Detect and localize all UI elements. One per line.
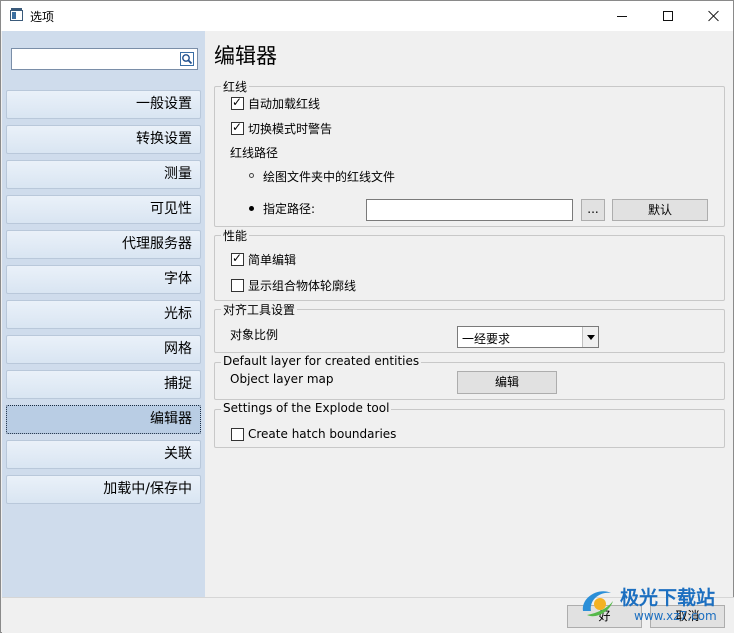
simple-edit-label: 简单编辑 bbox=[248, 253, 297, 267]
search-icon[interactable] bbox=[180, 52, 194, 66]
object-scale-value: 一经要求 bbox=[462, 332, 511, 346]
snap-tool-group: 对齐工具设置 对象比例 一经要求 bbox=[214, 301, 725, 353]
path-input[interactable] bbox=[366, 199, 573, 221]
folder-redline-radio[interactable] bbox=[246, 170, 258, 182]
sidebar: 一般设置 转换设置 测量 可见性 代理服务器 字体 光标 网格 捕捉 编辑器 关… bbox=[2, 31, 205, 597]
performance-group-label: 性能 bbox=[221, 227, 250, 244]
performance-group: 性能 简单编辑 显示组合物体轮廓线 bbox=[214, 227, 725, 301]
search-input[interactable] bbox=[11, 48, 198, 70]
redline-group: 红线 自动加载红线 切换模式时警告 红线路径 绘图文件夹中的红线文件 指定路径:… bbox=[214, 78, 725, 227]
warn-switch-label: 切换模式时警告 bbox=[248, 122, 333, 136]
maximize-icon bbox=[663, 11, 673, 21]
watermark-title: 极光下载站 bbox=[620, 587, 716, 609]
browse-button[interactable]: ... bbox=[581, 199, 605, 221]
show-outline-label: 显示组合物体轮廓线 bbox=[248, 279, 357, 293]
title-bar: 选项 bbox=[1, 1, 733, 31]
sidebar-item-load-save[interactable]: 加载中/保存中 bbox=[6, 475, 201, 504]
redline-path-label: 红线路径 bbox=[230, 146, 279, 160]
auto-load-redline-label: 自动加载红线 bbox=[248, 97, 321, 111]
watermark-logo-icon bbox=[582, 591, 613, 617]
hatch-boundaries-checkbox[interactable] bbox=[231, 428, 244, 441]
sidebar-item-font[interactable]: 字体 bbox=[6, 265, 201, 294]
edit-layer-map-button[interactable]: 编辑 bbox=[457, 371, 557, 394]
object-scale-label: 对象比例 bbox=[230, 328, 279, 342]
maximize-button[interactable] bbox=[645, 1, 691, 31]
show-outline-checkbox[interactable] bbox=[231, 279, 244, 292]
snap-tool-group-label: 对齐工具设置 bbox=[221, 301, 298, 318]
minimize-button[interactable] bbox=[599, 1, 645, 31]
app-icon bbox=[10, 8, 23, 21]
chevron-down-icon[interactable] bbox=[582, 327, 598, 347]
sidebar-item-snap[interactable]: 捕捉 bbox=[6, 370, 201, 399]
specified-path-radio[interactable] bbox=[246, 203, 258, 215]
close-button[interactable] bbox=[691, 1, 734, 31]
sidebar-item-proxy[interactable]: 代理服务器 bbox=[6, 230, 201, 259]
specified-path-label: 指定路径: bbox=[263, 202, 316, 216]
auto-load-redline-checkbox[interactable] bbox=[231, 95, 244, 110]
sidebar-item-visibility[interactable]: 可见性 bbox=[6, 195, 201, 224]
sidebar-item-editor[interactable]: 编辑器 bbox=[6, 405, 201, 434]
sidebar-item-cursor[interactable]: 光标 bbox=[6, 300, 201, 329]
default-layer-group-label: Default layer for created entities bbox=[221, 354, 422, 368]
object-layer-map-label: Object layer map bbox=[230, 372, 334, 386]
sidebar-item-grid[interactable]: 网格 bbox=[6, 335, 201, 364]
sidebar-item-general[interactable]: 一般设置 bbox=[6, 90, 201, 119]
hatch-boundaries-label: Create hatch boundaries bbox=[248, 427, 397, 441]
explode-tool-group: Settings of the Explode tool Create hatc… bbox=[214, 401, 725, 448]
explode-tool-group-label: Settings of the Explode tool bbox=[221, 401, 392, 415]
simple-edit-checkbox[interactable] bbox=[231, 251, 244, 266]
options-window: 选项 一般设置 转换设置 测量 可见性 代理服务器 字体 光标 网格 捕捉 编辑… bbox=[0, 0, 734, 633]
sidebar-item-conversion[interactable]: 转换设置 bbox=[6, 125, 201, 154]
redline-group-label: 红线 bbox=[221, 78, 250, 95]
sidebar-item-measure[interactable]: 测量 bbox=[6, 160, 201, 189]
sidebar-item-association[interactable]: 关联 bbox=[6, 440, 201, 469]
watermark-url: www.xz7.com bbox=[634, 609, 717, 623]
window-title: 选项 bbox=[30, 10, 55, 24]
warn-switch-checkbox[interactable] bbox=[231, 120, 244, 135]
minimize-icon bbox=[617, 15, 627, 17]
default-layer-group: Default layer for created entities Objec… bbox=[214, 354, 725, 400]
default-button[interactable]: 默认 bbox=[612, 199, 708, 221]
object-scale-select[interactable]: 一经要求 bbox=[457, 326, 599, 348]
folder-redline-label: 绘图文件夹中的红线文件 bbox=[263, 170, 396, 184]
close-icon bbox=[708, 10, 720, 22]
page-title: 编辑器 bbox=[214, 44, 277, 68]
watermark: 极光下载站 www.xz7.com bbox=[574, 579, 734, 629]
